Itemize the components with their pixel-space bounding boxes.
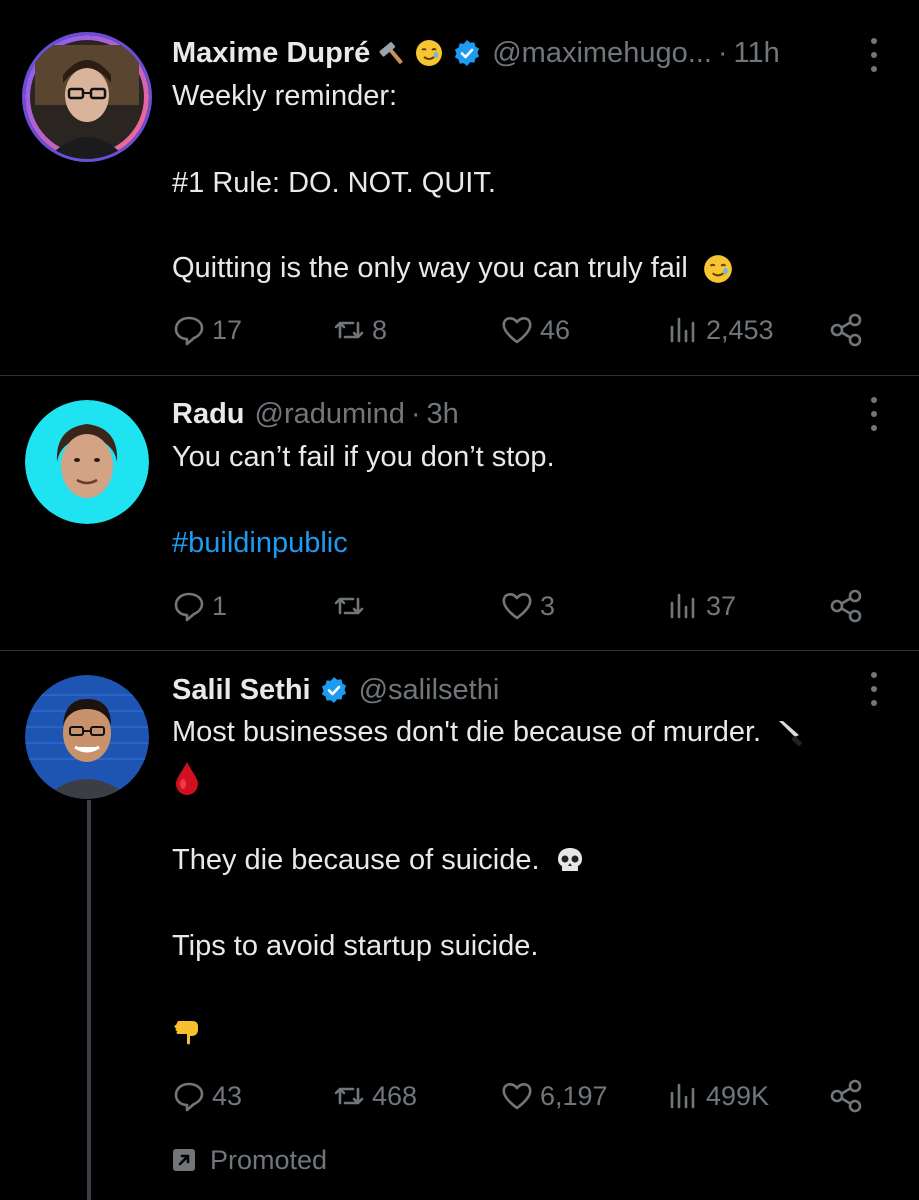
share-button[interactable]	[828, 308, 864, 352]
reply-count: 1	[212, 590, 228, 621]
views-icon	[670, 1083, 695, 1109]
hammer-icon	[378, 38, 408, 68]
author-name[interactable]: Radu	[172, 398, 245, 431]
verified-badge-icon[interactable]	[452, 38, 482, 68]
knife-icon	[775, 717, 807, 749]
repost-button[interactable]: 8	[332, 308, 387, 352]
tweet-text: They die because of suicide.	[172, 844, 540, 876]
tweet-text: Quitting is the only way you can truly f…	[172, 252, 688, 284]
separator-dot: ·	[717, 36, 728, 69]
tweet-header: Maxime Dupré @maximehugo... · 11h	[172, 33, 780, 73]
reply-button[interactable]: 1	[172, 584, 227, 628]
action-bar: 17 8 46 2,453	[172, 308, 872, 352]
smiling-face-with-tear-icon	[702, 253, 734, 285]
reply-count: 17	[212, 314, 243, 345]
avatar-radu[interactable]	[25, 400, 149, 524]
heart-icon	[502, 1083, 532, 1110]
like-button[interactable]: 6,197	[500, 1074, 608, 1118]
reply-icon	[174, 316, 204, 346]
skull-icon	[554, 845, 586, 877]
tweet-text-line: They die because of suicide.	[172, 844, 586, 877]
repost-icon	[334, 321, 364, 339]
views-count: 37	[706, 590, 737, 621]
share-icon	[830, 1079, 862, 1113]
reply-count: 43	[212, 1080, 243, 1111]
repost-count: 468	[372, 1080, 418, 1111]
tweet-text-line: Weekly reminder:	[172, 80, 398, 112]
promoted-text: Promoted	[210, 1144, 328, 1175]
action-bar: 1 3 37	[172, 584, 872, 628]
repost-icon	[334, 1087, 364, 1105]
share-button[interactable]	[828, 584, 864, 628]
like-button[interactable]: 3	[500, 584, 555, 628]
tweet-text-line: #1 Rule: DO. NOT. QUIT.	[172, 167, 496, 199]
reply-button[interactable]: 17	[172, 308, 242, 352]
drop-of-blood-icon	[172, 760, 202, 796]
tweet-header: Radu @radumind · 3h	[172, 394, 459, 434]
views-icon	[670, 593, 695, 619]
views-button[interactable]: 37	[666, 584, 736, 628]
more-options-icon[interactable]	[869, 38, 879, 72]
author-name[interactable]: Maxime Dupré	[172, 37, 370, 70]
tweet-header: Salil Sethi @salilsethi	[172, 670, 499, 710]
timestamp[interactable]: 3h	[427, 398, 459, 431]
promoted-label[interactable]: Promoted	[172, 1142, 327, 1178]
tweet-text-line: Quitting is the only way you can truly f…	[172, 252, 734, 285]
tweet-text-line: Most businesses don't die because of mur…	[172, 716, 807, 749]
repost-icon	[334, 597, 364, 615]
avatar-maxime[interactable]	[25, 35, 149, 159]
timestamp[interactable]: 11h	[734, 37, 780, 70]
views-button[interactable]: 499K	[666, 1074, 769, 1118]
tweet-text: Most businesses don't die because of mur…	[172, 716, 762, 748]
avatar-salil[interactable]	[25, 675, 149, 799]
like-count: 3	[540, 590, 556, 621]
author-handle[interactable]: @radumind	[255, 398, 405, 431]
backhand-index-pointing-down-icon	[172, 1013, 206, 1047]
tweet-text-line: Tips to avoid startup suicide.	[172, 930, 539, 962]
thread-connector-line	[87, 800, 91, 1200]
hashtag-link[interactable]: #buildinpublic	[172, 527, 348, 560]
reply-icon	[174, 1082, 204, 1112]
share-icon	[830, 589, 862, 623]
views-icon	[670, 317, 695, 343]
heart-icon	[502, 593, 532, 620]
smiling-face-with-tear-icon	[414, 38, 444, 68]
repost-button[interactable]: 468	[332, 1074, 417, 1118]
reply-icon	[174, 592, 204, 622]
author-handle[interactable]: @salilsethi	[359, 674, 500, 707]
like-count: 46	[540, 314, 571, 345]
share-button[interactable]	[828, 1074, 864, 1118]
tweet-divider	[0, 375, 919, 376]
more-options-icon[interactable]	[869, 397, 879, 431]
tweet-divider	[0, 650, 919, 651]
like-count: 6,197	[540, 1080, 608, 1111]
views-count: 499K	[706, 1080, 770, 1111]
views-button[interactable]: 2,453	[666, 308, 774, 352]
heart-icon	[502, 317, 532, 344]
share-icon	[830, 313, 862, 347]
like-button[interactable]: 46	[500, 308, 570, 352]
more-options-icon[interactable]	[869, 672, 879, 706]
author-name[interactable]: Salil Sethi	[172, 674, 311, 707]
promoted-arrow-icon	[173, 1149, 195, 1171]
verified-badge-icon[interactable]	[319, 675, 349, 705]
separator-dot: ·	[410, 397, 421, 430]
tweet-text-line: You can’t fail if you don’t stop.	[172, 441, 555, 473]
repost-button[interactable]	[332, 584, 372, 628]
reply-button[interactable]: 43	[172, 1074, 242, 1118]
author-handle[interactable]: @maximehugo...	[492, 37, 712, 70]
action-bar: 43 468 6,197 499K	[172, 1074, 872, 1118]
views-count: 2,453	[706, 314, 774, 345]
repost-count: 8	[372, 314, 388, 345]
